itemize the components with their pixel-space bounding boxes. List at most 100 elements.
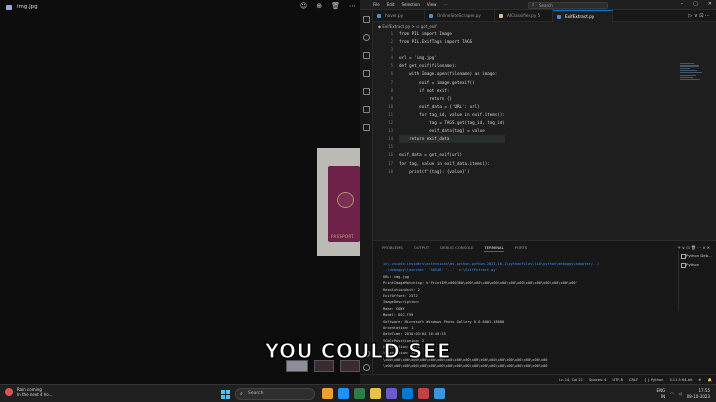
passport-label: PASSPORT xyxy=(331,234,354,239)
start-button-icon[interactable] xyxy=(221,390,230,399)
code-line[interactable]: from PIL import Image xyxy=(399,30,505,38)
status-item[interactable]: 3.11.5 64-bit xyxy=(669,378,692,382)
tab-output[interactable]: OUTPUT xyxy=(414,245,429,252)
wifi-icon[interactable]: ◠ xyxy=(670,391,674,396)
command-search[interactable]: ⌕ Search xyxy=(528,1,608,9)
taskbar-app-icon[interactable] xyxy=(370,388,381,399)
code-editor[interactable]: 1 2 3 4 5 6 7 8 9 10 11 12 13 14 15 16 17 18 from PIL imp… xyxy=(373,30,716,238)
tab-label: ExifExtract.py xyxy=(565,14,595,19)
run-debug-icon[interactable] xyxy=(363,70,370,77)
panel-tabs: PROBLEMS OUTPUT DEBUG CONSOLE TERMINAL P… xyxy=(382,245,527,252)
weather-widget[interactable]: Rain coming In the next 4 ho... xyxy=(5,387,53,397)
code-line[interactable]: for tag, value in exif_data.items(): xyxy=(399,160,505,168)
explorer-icon[interactable] xyxy=(363,16,370,23)
menu-more[interactable]: ⋯ xyxy=(443,2,447,7)
tab-label: OnlineSiteScraper.py xyxy=(437,13,481,18)
video-caption: YOU COULD SEE xyxy=(264,338,452,363)
code-line[interactable]: if not exif: xyxy=(399,87,505,95)
line-number: 16 xyxy=(388,152,393,158)
emoji-icon[interactable]: ☺ xyxy=(300,2,307,10)
tab-terminal[interactable]: TERMINAL xyxy=(484,245,504,252)
minimap[interactable] xyxy=(680,62,704,102)
tab-ports[interactable]: PORTS xyxy=(515,245,527,252)
code-line[interactable]: exif_data[tag] = value xyxy=(399,127,505,135)
breadcrumb[interactable]: ◆ ExifExtract.py > ⊙ get_exif xyxy=(378,24,437,29)
terminal-session-item[interactable]: Python xyxy=(679,260,716,269)
tab-debug-console[interactable]: DEBUG CONSOLE xyxy=(440,245,473,252)
menu-file[interactable]: File xyxy=(373,2,380,7)
terminal-sessions: Python Deb... Python xyxy=(678,251,716,311)
minimize-button[interactable]: – xyxy=(681,1,684,7)
code-line[interactable]: for tag_id, value in exif.items(): xyxy=(399,111,505,119)
tab-problems[interactable]: PROBLEMS xyxy=(382,245,403,252)
code-line[interactable]: from PIL.ExifTags import TAGS xyxy=(399,38,505,46)
taskbar-app-icon[interactable] xyxy=(322,388,333,399)
extensions-icon[interactable] xyxy=(363,88,370,95)
code-line[interactable] xyxy=(399,143,505,151)
code-lines[interactable]: from PIL import Image from PIL.ExifTags i… xyxy=(399,30,505,176)
tab-label: hover.py xyxy=(385,13,404,18)
code-line[interactable]: exif = image.getexif() xyxy=(399,79,505,87)
source-control-icon[interactable] xyxy=(363,52,370,59)
language-indicator[interactable]: ENG IN xyxy=(657,388,666,399)
menu-view[interactable]: View xyxy=(427,2,437,7)
status-item[interactable]: Ln 14, Col 21 xyxy=(559,378,583,382)
taskbar-app-icon[interactable] xyxy=(386,388,397,399)
code-line[interactable]: exif_data = {'URL': url} xyxy=(399,103,505,111)
line-number: 17 xyxy=(388,160,393,166)
clock[interactable]: 17:55 08-10-2023 xyxy=(687,388,710,399)
code-line[interactable]: return exif_data xyxy=(399,135,505,144)
line-number: 13 xyxy=(388,128,393,134)
tab-aiclassifier[interactable]: AIClassifier.py 5 xyxy=(495,10,553,22)
code-line[interactable]: tag = TAGS.get(tag_id, tag_id) xyxy=(399,119,505,127)
tab-exifextract[interactable]: ExifExtract.py xyxy=(553,10,613,22)
zoom-icon[interactable]: ⊕ xyxy=(316,2,322,10)
python-file-icon xyxy=(429,14,433,18)
delete-icon[interactable]: 🗑 xyxy=(331,2,340,10)
status-item[interactable]: CRLF xyxy=(629,378,638,382)
line-number: 18 xyxy=(388,168,393,174)
status-item[interactable]: 🔔 xyxy=(708,378,712,382)
region-code: IN xyxy=(661,393,666,399)
run-python-file-icon[interactable]: ▷ ∨ ⊡ ⋯ xyxy=(689,13,710,19)
settings-gear-icon[interactable] xyxy=(363,364,370,371)
panel-actions[interactable]: + ∨ ⊡ 🗑 ⋯ ∧ ✕ xyxy=(677,245,710,250)
viewer-title: img.jpg xyxy=(17,4,38,10)
code-line[interactable]: exif_data = get_exif(url) xyxy=(399,151,505,159)
remote-explorer-icon[interactable] xyxy=(363,106,370,113)
status-item[interactable]: Spaces: 4 xyxy=(589,378,606,382)
language-code: ENG xyxy=(656,388,666,393)
search-icon[interactable] xyxy=(363,34,370,41)
status-item[interactable]: UTF-8 xyxy=(612,378,622,382)
close-button[interactable]: ✕ xyxy=(708,1,712,7)
code-line[interactable]: url = 'img.jpg' xyxy=(399,54,505,62)
code-line[interactable] xyxy=(399,46,505,54)
line-number: 6 xyxy=(390,71,393,77)
terminal-session-item[interactable]: Python Deb... xyxy=(679,251,716,260)
taskbar-app-icon[interactable] xyxy=(402,388,413,399)
testing-icon[interactable] xyxy=(363,124,370,131)
editor-tabs: hover.py OnlineSiteScraper.py AIClassifi… xyxy=(373,10,716,22)
code-line[interactable]: print(f'{tag}: {value}') xyxy=(399,168,505,176)
more-icon[interactable]: ⋯ xyxy=(349,2,356,10)
menu-bar: File Edit Selection View ⋯ xyxy=(373,2,447,7)
menu-edit[interactable]: Edit xyxy=(387,2,395,7)
menu-selection[interactable]: Selection xyxy=(401,2,419,7)
tab-onlinesitescraper[interactable]: OnlineSiteScraper.py xyxy=(425,10,495,22)
line-number: 14 xyxy=(388,136,393,142)
status-item[interactable]: { } Python xyxy=(644,378,663,382)
line-number: 2 xyxy=(390,39,393,45)
taskbar-app-icon[interactable] xyxy=(434,388,445,399)
code-line[interactable]: def get_exif(filename): xyxy=(399,62,505,70)
status-item[interactable]: ⊕ xyxy=(699,378,702,382)
taskbar-search[interactable]: ⌕ Search xyxy=(235,388,315,400)
volume-icon[interactable]: ◁ xyxy=(679,391,682,396)
taskbar-app-icon[interactable] xyxy=(418,388,429,399)
taskbar-app-icon[interactable] xyxy=(354,388,365,399)
code-line[interactable]: return {} xyxy=(399,95,505,103)
passport-photo: PASSPORT xyxy=(317,148,360,256)
maximize-button[interactable]: ▢ xyxy=(693,1,698,7)
code-line[interactable]: with Image.open(filename) as image: xyxy=(399,70,505,78)
tab-hover[interactable]: hover.py xyxy=(373,10,425,22)
taskbar-app-icon[interactable] xyxy=(338,388,349,399)
